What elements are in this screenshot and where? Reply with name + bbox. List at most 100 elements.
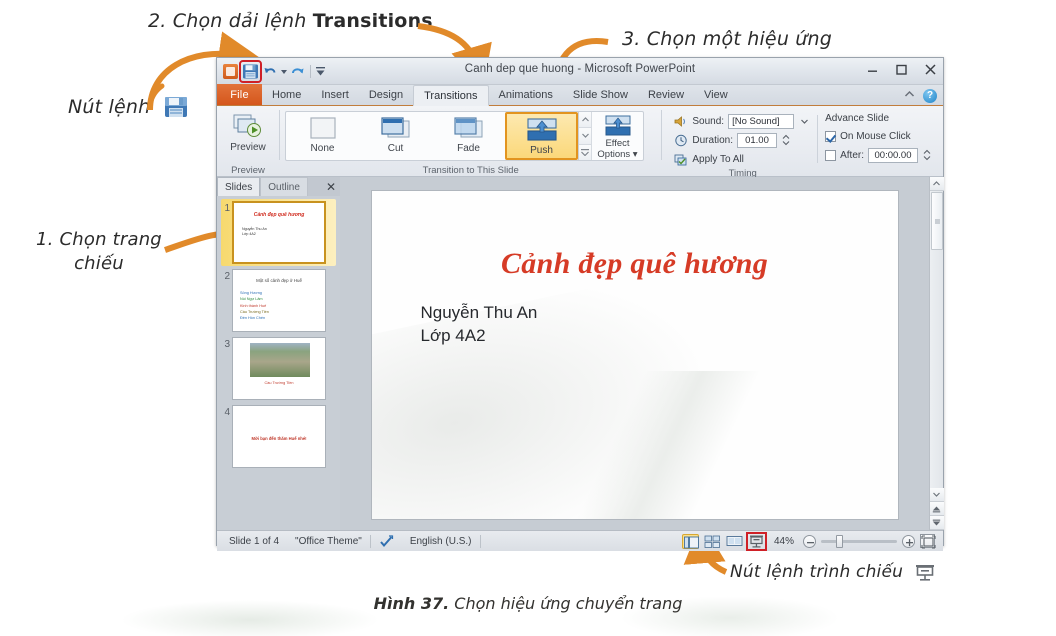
- slides-pane-tabs[interactable]: Slides Outline ✕: [217, 177, 340, 196]
- tab-insert[interactable]: Insert: [311, 84, 359, 105]
- tab-view[interactable]: View: [694, 84, 738, 105]
- scrollbar-thumb[interactable]: [930, 192, 943, 250]
- slide-title-placeholder[interactable]: Cảnh đẹp quê hương: [372, 247, 898, 281]
- slide-body-line2: Lớp 4A2: [420, 325, 486, 345]
- ribbon-group-timing: Sound: [No Sound] Duration: 01.00 Apply …: [662, 106, 943, 179]
- preview-button[interactable]: Preview: [222, 109, 274, 153]
- previous-slide-button[interactable]: [929, 502, 944, 516]
- thumb-title: Một số cảnh đẹp ở Huế: [256, 278, 302, 283]
- tab-design[interactable]: Design: [359, 84, 413, 105]
- minimize-button[interactable]: [864, 61, 881, 78]
- duration-row[interactable]: Duration: 01.00: [674, 132, 810, 148]
- tab-file[interactable]: File: [217, 84, 262, 105]
- tab-animations[interactable]: Animations: [489, 84, 563, 105]
- title-bar: Canh dep que huong - Microsoft PowerPoin…: [217, 58, 943, 85]
- ribbon-group-preview-label: Preview: [231, 165, 265, 176]
- zoom-out-button[interactable]: [803, 534, 816, 548]
- close-button[interactable]: [922, 61, 939, 78]
- scroll-down-button[interactable]: [929, 488, 944, 502]
- figure-caption: Hình 37. Chọn hiệu ứng chuyển trang: [0, 594, 1056, 613]
- duration-spinner[interactable]: [782, 134, 790, 146]
- after-row[interactable]: After: 00:00.00: [825, 147, 931, 163]
- after-checkbox[interactable]: [825, 149, 837, 161]
- tab-review[interactable]: Review: [638, 84, 694, 105]
- slide-number: 4: [224, 407, 230, 418]
- apply-to-all-label[interactable]: Apply To All: [692, 154, 744, 165]
- spellcheck-icon[interactable]: [371, 534, 402, 548]
- zoom-level-label[interactable]: 44%: [770, 536, 798, 547]
- after-value[interactable]: 00:00.00: [868, 147, 918, 163]
- normal-view-button[interactable]: [681, 533, 699, 549]
- tab-outline[interactable]: Outline: [260, 177, 308, 196]
- transitions-gallery[interactable]: None Cut Fade Push Effect Options ▾: [285, 111, 644, 161]
- duration-value[interactable]: 01.00: [736, 132, 777, 148]
- tab-home[interactable]: Home: [262, 84, 311, 105]
- zoom-slider[interactable]: [821, 534, 897, 548]
- annotation-step-2-bold: Transitions: [312, 10, 433, 32]
- status-bar-right: 44%: [681, 531, 939, 551]
- slide-sorter-view-button[interactable]: [704, 534, 721, 549]
- slide-background-swoosh: [491, 370, 792, 519]
- vertical-scrollbar[interactable]: [929, 177, 944, 530]
- sound-row[interactable]: Sound: [No Sound]: [674, 113, 810, 129]
- figure-number: Hình 37.: [373, 594, 450, 613]
- zoom-in-button[interactable]: [902, 534, 915, 548]
- chevron-up-icon[interactable]: [903, 88, 916, 104]
- gallery-scroll-down[interactable]: [579, 128, 591, 145]
- gallery-scroll-controls[interactable]: [578, 112, 591, 160]
- annotation-slideshow-label: Nút lệnh trình chiếu: [730, 562, 904, 582]
- slide-body-line1: Nguyễn Thu An: [420, 302, 538, 322]
- gallery-scroll-up[interactable]: [579, 112, 591, 129]
- scroll-up-button[interactable]: [929, 177, 944, 191]
- current-slide[interactable]: Cảnh đẹp quê hương Nguyễn Thu An Lớp 4A2: [370, 189, 899, 520]
- effect-options-line1: Effect: [605, 138, 630, 149]
- close-icon[interactable]: ✕: [322, 177, 340, 196]
- sound-icon: [674, 115, 688, 128]
- transition-none-thumb: [306, 116, 340, 141]
- apply-to-all-row[interactable]: Apply To All: [674, 151, 810, 167]
- slide-thumbnail-1[interactable]: 1 Cảnh đẹp quê hương Nguyễn Thu An Lớp 4…: [221, 199, 336, 266]
- slide-thumbnail-2[interactable]: 2 Một số cảnh đẹp ở Huế Sông Hương Núi N…: [221, 269, 336, 332]
- advance-slide-label: Advance Slide: [825, 113, 890, 124]
- thumb-caption: Cầu Trường Tiền: [264, 381, 294, 385]
- gallery-more-icon[interactable]: [579, 144, 591, 160]
- slide-show-view-button[interactable]: [745, 531, 767, 551]
- on-mouse-click-row[interactable]: On Mouse Click: [825, 128, 931, 144]
- tab-slide-show[interactable]: Slide Show: [563, 84, 638, 105]
- tab-slides[interactable]: Slides: [217, 177, 261, 196]
- slide-thumbnails[interactable]: 1 Cảnh đẹp quê hương Nguyễn Thu An Lớp 4…: [217, 196, 340, 530]
- tab-transitions[interactable]: Transitions: [413, 85, 489, 106]
- slide-count-label: Slide 1 of 4: [229, 535, 280, 547]
- help-icon[interactable]: ?: [923, 89, 937, 103]
- ribbon-tab-right-controls[interactable]: ?: [903, 88, 937, 104]
- duration-clock-icon: [674, 134, 688, 147]
- transition-fade[interactable]: Fade: [432, 112, 505, 160]
- slide-thumbnail-3[interactable]: 3 Cầu Trường Tiền: [221, 337, 336, 400]
- window-controls[interactable]: [864, 61, 939, 78]
- language-label[interactable]: English (U.S.): [402, 536, 480, 547]
- timing-controls: Sound: [No Sound] Duration: 01.00 Apply …: [667, 109, 938, 167]
- on-mouse-click-label: On Mouse Click: [840, 130, 911, 142]
- thumb-bullet-list: Sông Hương Núi Ngự Lâm Kinh thành Huế Cầ…: [240, 290, 269, 321]
- transition-push[interactable]: Push: [505, 112, 578, 160]
- after-spinner[interactable]: [923, 149, 931, 161]
- zoom-slider-handle[interactable]: [836, 534, 843, 548]
- annotation-slideshow-button: Nút lệnh trình chiếu: [730, 562, 935, 582]
- sound-dropdown-icon[interactable]: [798, 119, 810, 124]
- duration-label: Duration:: [692, 134, 733, 146]
- effect-options-button[interactable]: Effect Options ▾: [591, 112, 643, 160]
- maximize-button[interactable]: [893, 61, 910, 78]
- thumb-text: Mời bạn đến thăm Huế nhé!: [251, 436, 307, 441]
- reading-view-button[interactable]: [726, 534, 743, 549]
- transition-cut-label: Cut: [387, 143, 404, 154]
- transition-none[interactable]: None: [286, 112, 359, 160]
- slide-body-placeholder[interactable]: Nguyễn Thu An Lớp 4A2: [421, 301, 538, 348]
- on-mouse-click-checkbox[interactable]: [825, 130, 837, 142]
- theme-label[interactable]: "Office Theme": [287, 536, 370, 547]
- fit-to-window-button[interactable]: [920, 534, 936, 549]
- transition-cut[interactable]: Cut: [359, 112, 432, 160]
- sound-value[interactable]: [No Sound]: [728, 113, 795, 129]
- slide-thumbnail-4[interactable]: 4 Mời bạn đến thăm Huế nhé!: [221, 405, 336, 468]
- next-slide-button[interactable]: [929, 516, 944, 530]
- ribbon-tab-strip[interactable]: File Home Insert Design Transitions Anim…: [217, 84, 943, 106]
